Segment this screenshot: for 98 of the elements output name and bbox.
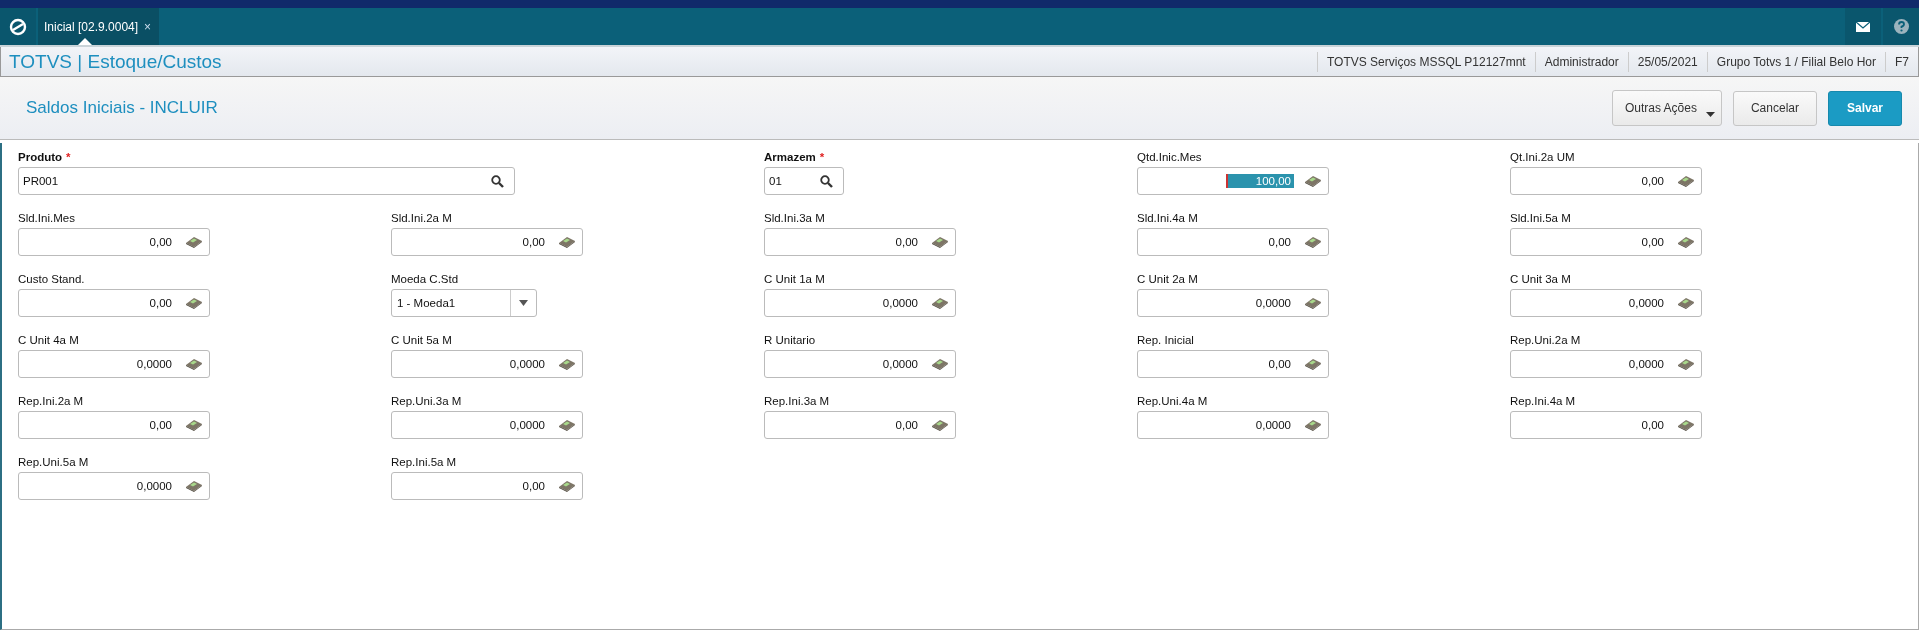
field-label: Rep.Uni.2a M [1510, 333, 1582, 348]
input-field[interactable]: 0,00 [1510, 167, 1702, 195]
input-field[interactable]: PR001 [18, 167, 515, 195]
calculator-icon [931, 297, 949, 309]
field-label: C Unit 5a M [391, 333, 453, 348]
field-label: Sld.Ini.5a M [1510, 211, 1572, 226]
calculator-icon [185, 358, 203, 370]
input-field[interactable]: 0,0000 [1510, 350, 1702, 378]
calculator-icon [1677, 297, 1695, 309]
field-label: Produto * [18, 150, 72, 165]
field-label: Armazem * [764, 150, 826, 165]
input-field[interactable]: 0,0000 [1137, 411, 1329, 439]
cancel-button[interactable]: Cancelar [1732, 90, 1817, 126]
input-field[interactable]: 0,00 [1137, 228, 1329, 256]
calculator-icon [185, 297, 203, 309]
input-field[interactable]: 100,00 [1137, 167, 1329, 195]
input-field[interactable]: 0,0000 [18, 350, 210, 378]
field-label: Rep.Uni.4a M [1137, 394, 1209, 409]
logo-icon [9, 17, 27, 36]
input-field[interactable]: 0,00 [18, 228, 210, 256]
actions-menu-button[interactable]: Outras Ações [1611, 90, 1722, 126]
calculator-icon [1677, 236, 1695, 248]
calculator-icon [1304, 236, 1322, 248]
input-field[interactable]: 0,00 [1510, 228, 1702, 256]
mail-icon [1856, 21, 1870, 32]
field-label: Custo Stand. [18, 272, 86, 287]
input-field[interactable]: 0,0000 [18, 472, 210, 500]
input-field[interactable]: 0,0000 [391, 411, 583, 439]
calculator-icon [1304, 297, 1322, 309]
field-label: Rep.Ini.3a M [764, 394, 831, 409]
field-label: C Unit 2a M [1137, 272, 1199, 287]
input-field[interactable]: 0,0000 [764, 350, 956, 378]
calculator-icon [1677, 358, 1695, 370]
field-label: Rep.Ini.4a M [1510, 394, 1577, 409]
search-icon [820, 174, 833, 188]
close-button[interactable]: × [144, 19, 152, 34]
status-item: 25/05/2021 [1627, 51, 1707, 72]
field-label: Rep. Inicial [1137, 333, 1195, 348]
input-field[interactable]: 0,00 [764, 228, 956, 256]
input-field[interactable]: 01 [764, 167, 844, 195]
field-label: Sld.Ini.2a M [391, 211, 453, 226]
status-item: Grupo Totvs 1 / Filial Belo Hor [1706, 51, 1885, 72]
calculator-icon [1304, 358, 1322, 370]
input-field[interactable]: 0,0000 [764, 289, 956, 317]
calculator-icon [1304, 419, 1322, 431]
field-label: Moeda C.Std [391, 272, 460, 287]
input-field[interactable]: 0,00 [18, 411, 210, 439]
calculator-icon [931, 419, 949, 431]
caret-icon [1705, 112, 1715, 117]
mail-button[interactable] [1845, 8, 1881, 45]
field-label: Qt.Ini.2a UM [1510, 150, 1576, 165]
calculator-icon [1677, 419, 1695, 431]
input-field[interactable]: 0,00 [391, 472, 583, 500]
calculator-icon [931, 236, 949, 248]
page-title: Saldos Iniciais - INCLUIR [26, 98, 218, 118]
field-label: Rep.Ini.5a M [391, 455, 458, 470]
dropdown[interactable]: 1 - Moeda1 [391, 289, 537, 317]
field-label: R Unitario [764, 333, 817, 348]
calculator-icon [558, 236, 576, 248]
input-field[interactable]: 0,0000 [1137, 289, 1329, 317]
module-title: TOTVS | Estoque/Custos [8, 50, 222, 73]
calculator-icon [931, 358, 949, 370]
field-label: Rep.Ini.2a M [18, 394, 85, 409]
input-field[interactable]: 0,00 [1137, 350, 1329, 378]
status-item: Administrador [1534, 51, 1628, 72]
field-label: Rep.Uni.5a M [18, 455, 90, 470]
input-field[interactable]: 0,00 [764, 411, 956, 439]
input-field[interactable]: 0,00 [1510, 411, 1702, 439]
calculator-icon [185, 236, 203, 248]
help-button[interactable] [1883, 8, 1919, 45]
status-item: F7 [1885, 51, 1918, 72]
calculator-icon [558, 419, 576, 431]
tab-label: Inicial [02.9.0004] [44, 19, 139, 34]
caret-icon [78, 38, 92, 45]
field-label: Qtd.Inic.Mes [1137, 150, 1203, 165]
calculator-icon [558, 480, 576, 492]
input-field[interactable]: 0,0000 [391, 350, 583, 378]
input-field[interactable]: 0,00 [391, 228, 583, 256]
status-item: TOTVS Serviços MSSQL P12127mnt [1316, 51, 1535, 72]
calculator-icon [185, 480, 203, 492]
field-label: Sld.Ini.3a M [764, 211, 826, 226]
home-button[interactable] [0, 8, 36, 45]
calculator-icon [1677, 175, 1695, 187]
help-icon [1893, 19, 1909, 34]
caret-icon [519, 300, 528, 306]
tab[interactable]: Inicial [02.9.0004] × [38, 8, 160, 45]
field-label: C Unit 4a M [18, 333, 80, 348]
field-label: C Unit 1a M [764, 272, 826, 287]
input-field[interactable]: 0,00 [18, 289, 210, 317]
field-label: Sld.Ini.4a M [1137, 211, 1199, 226]
calculator-icon [1304, 175, 1322, 187]
calculator-icon [558, 358, 576, 370]
input-field[interactable]: 0,0000 [1510, 289, 1702, 317]
search-icon [491, 174, 504, 188]
field-label: Sld.Ini.Mes [18, 211, 76, 226]
field-label: Rep.Uni.3a M [391, 394, 463, 409]
field-label: C Unit 3a M [1510, 272, 1572, 287]
calculator-icon [185, 419, 203, 431]
